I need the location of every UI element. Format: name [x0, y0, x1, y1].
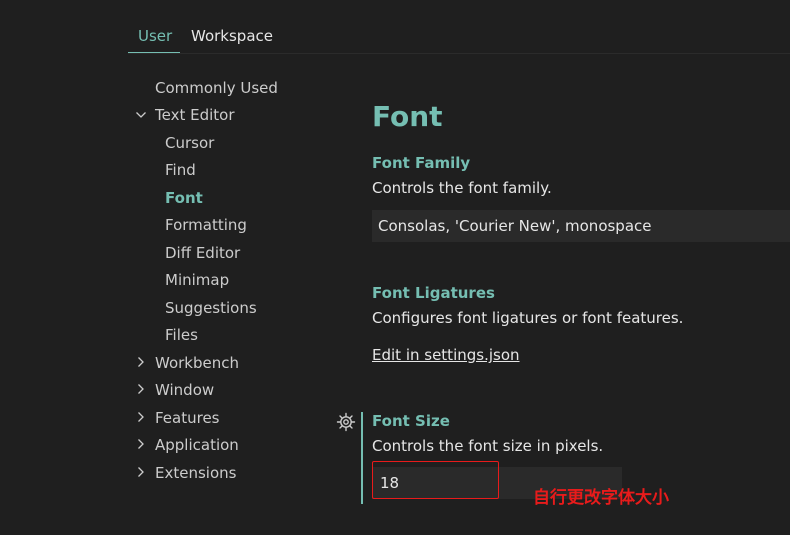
section-title: Font — [372, 100, 443, 133]
toc-diff-editor[interactable]: Diff Editor — [165, 242, 240, 264]
tab-workspace[interactable]: Workspace — [191, 25, 273, 47]
toc-features[interactable]: Features — [155, 407, 220, 429]
annotation-text: 自行更改字体大小 — [533, 488, 669, 508]
chevron-right-icon[interactable] — [135, 466, 147, 478]
font-ligatures-description: Configures font ligatures or font featur… — [372, 309, 684, 327]
focused-setting-indicator — [361, 412, 363, 504]
chevron-right-icon[interactable] — [135, 411, 147, 423]
toc-minimap[interactable]: Minimap — [165, 269, 229, 291]
toc-commonly-used[interactable]: Commonly Used — [155, 77, 278, 99]
font-family-description: Controls the font family. — [372, 179, 552, 197]
font-family-title: Font Family — [372, 154, 471, 172]
annotation-highlight-box — [372, 461, 499, 499]
toc-cursor[interactable]: Cursor — [165, 132, 214, 154]
toc-files[interactable]: Files — [165, 324, 198, 346]
font-family-input[interactable] — [372, 210, 790, 242]
toc-text-editor[interactable]: Text Editor — [155, 104, 235, 126]
font-size-description: Controls the font size in pixels. — [372, 437, 604, 455]
toc-workbench[interactable]: Workbench — [155, 352, 239, 374]
chevron-right-icon[interactable] — [135, 438, 147, 450]
toc-application[interactable]: Application — [155, 434, 239, 456]
chevron-right-icon[interactable] — [135, 383, 147, 395]
chevron-down-icon[interactable] — [135, 109, 147, 121]
toc-extensions[interactable]: Extensions — [155, 462, 236, 484]
tab-user[interactable]: User — [138, 25, 172, 47]
toc-formatting[interactable]: Formatting — [165, 214, 247, 236]
toc-window[interactable]: Window — [155, 379, 214, 401]
settings-header — [0, 0, 790, 54]
font-ligatures-title: Font Ligatures — [372, 284, 495, 302]
font-size-title: Font Size — [372, 412, 450, 430]
gear-icon[interactable] — [336, 412, 356, 432]
toc-suggestions[interactable]: Suggestions — [165, 297, 257, 319]
edit-in-settings-json-link[interactable]: Edit in settings.json — [372, 346, 520, 364]
toc-find[interactable]: Find — [165, 159, 196, 181]
toc-font[interactable]: Font — [165, 187, 203, 209]
chevron-right-icon[interactable] — [135, 356, 147, 368]
header-divider — [128, 53, 790, 54]
